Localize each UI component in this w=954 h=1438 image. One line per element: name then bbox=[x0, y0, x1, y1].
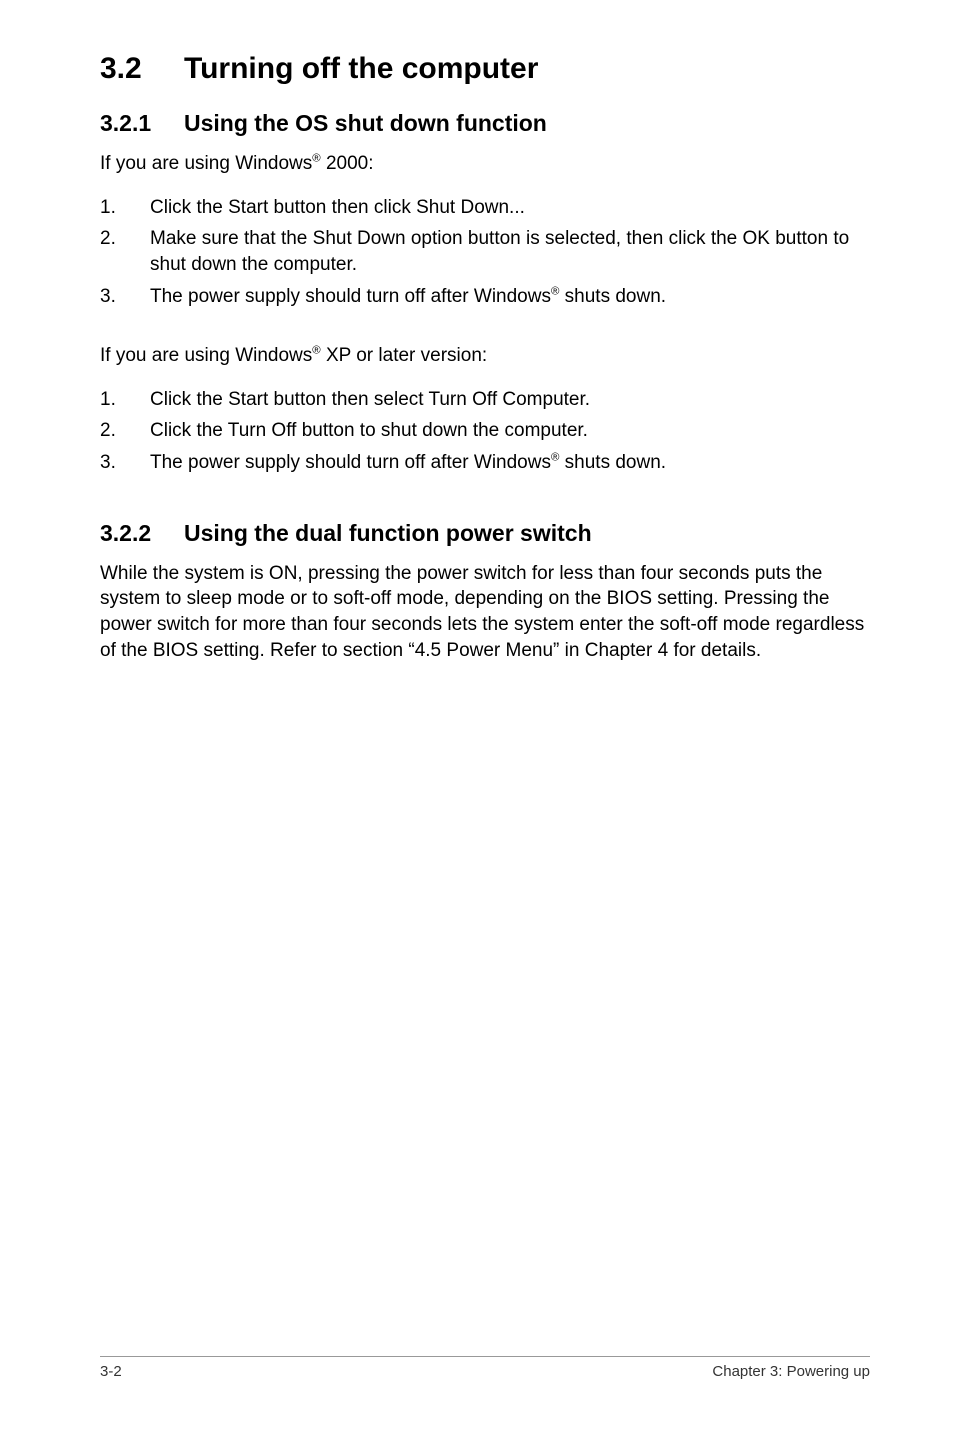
list-item: 1. Click the Start button then select Tu… bbox=[100, 387, 870, 413]
item-number: 3. bbox=[100, 284, 150, 310]
steps-list: 1. Click the Start button then select Tu… bbox=[100, 387, 870, 476]
text: 2000: bbox=[321, 153, 374, 174]
text: If you are using Windows bbox=[100, 345, 312, 366]
list-item: 3. The power supply should turn off afte… bbox=[100, 284, 870, 310]
subsection-heading: 3.2.2Using the dual function power switc… bbox=[100, 520, 870, 547]
registered-mark: ® bbox=[312, 153, 320, 165]
section-heading: 3.2Turning off the computer bbox=[100, 52, 870, 86]
subsection-heading: 3.2.1Using the OS shut down function bbox=[100, 110, 870, 137]
text: The power supply should turn off after W… bbox=[150, 286, 551, 307]
registered-mark: ® bbox=[312, 345, 320, 357]
steps-list: 1. Click the Start button then click Shu… bbox=[100, 195, 870, 310]
item-text: Click the Start button then select Turn … bbox=[150, 387, 870, 413]
page: 3.2Turning off the computer 3.2.1Using t… bbox=[0, 0, 954, 1438]
item-text: Click the Turn Off button to shut down t… bbox=[150, 418, 870, 444]
item-text: Make sure that the Shut Down option butt… bbox=[150, 226, 870, 277]
item-number: 1. bbox=[100, 195, 150, 221]
item-number: 1. bbox=[100, 387, 150, 413]
item-text: The power supply should turn off after W… bbox=[150, 450, 870, 476]
section-title: Turning off the computer bbox=[184, 52, 538, 85]
item-text: Click the Start button then click Shut D… bbox=[150, 195, 870, 221]
item-number: 2. bbox=[100, 226, 150, 277]
list-item: 1. Click the Start button then click Shu… bbox=[100, 195, 870, 221]
list-item: 3. The power supply should turn off afte… bbox=[100, 450, 870, 476]
item-number: 2. bbox=[100, 418, 150, 444]
list-item: 2. Make sure that the Shut Down option b… bbox=[100, 226, 870, 277]
page-footer: 3-2 Chapter 3: Powering up bbox=[100, 1356, 870, 1380]
text: shuts down. bbox=[559, 286, 666, 307]
text: shuts down. bbox=[559, 452, 666, 473]
text: If you are using Windows bbox=[100, 153, 312, 174]
intro-paragraph: If you are using Windows® 2000: bbox=[100, 151, 870, 177]
section-number: 3.2 bbox=[100, 52, 184, 86]
item-number: 3. bbox=[100, 450, 150, 476]
subsection-number: 3.2.1 bbox=[100, 110, 184, 137]
subsection-number: 3.2.2 bbox=[100, 520, 184, 547]
text: XP or later version: bbox=[321, 345, 488, 366]
body-paragraph: While the system is ON, pressing the pow… bbox=[100, 561, 870, 664]
intro-paragraph: If you are using Windows® XP or later ve… bbox=[100, 343, 870, 369]
subsection-title: Using the OS shut down function bbox=[184, 110, 547, 136]
chapter-label: Chapter 3: Powering up bbox=[712, 1363, 870, 1380]
text: The power supply should turn off after W… bbox=[150, 452, 551, 473]
subsection-title: Using the dual function power switch bbox=[184, 520, 592, 546]
page-number: 3-2 bbox=[100, 1363, 122, 1380]
list-item: 2. Click the Turn Off button to shut dow… bbox=[100, 418, 870, 444]
item-text: The power supply should turn off after W… bbox=[150, 284, 870, 310]
